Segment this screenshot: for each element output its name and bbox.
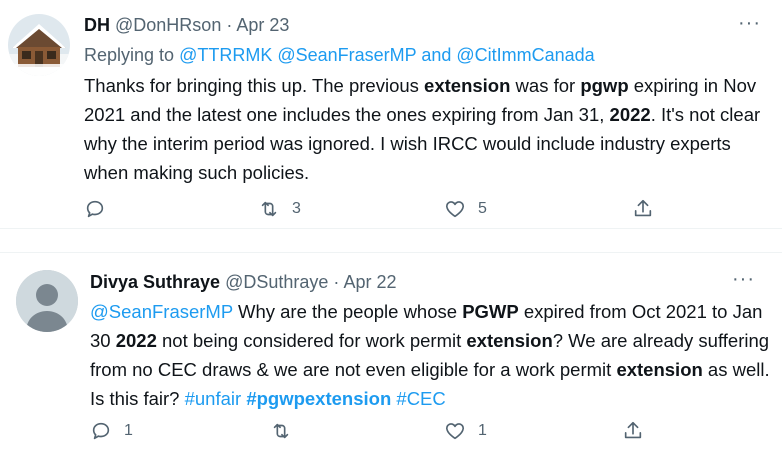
retweet-button[interactable] bbox=[270, 420, 304, 442]
tweet-text-segment: extension bbox=[466, 330, 553, 351]
author-handle[interactable]: @DonHRson bbox=[115, 15, 221, 35]
like-button[interactable]: 1 bbox=[444, 420, 487, 442]
tweet-text-segment: 2022 bbox=[609, 104, 651, 125]
more-icon[interactable]: ··· bbox=[732, 268, 755, 291]
tweet-text-segment: Why are the people whose bbox=[232, 301, 463, 322]
like-button[interactable]: 5 bbox=[444, 198, 487, 220]
tweet-text-segment: PGWP bbox=[462, 301, 519, 322]
tweet-header: Divya Suthraye @DSuthraye · Apr 22 bbox=[90, 272, 396, 293]
header-separator: · bbox=[226, 15, 233, 35]
author-handle[interactable]: @DSuthraye bbox=[225, 272, 328, 292]
tweet-date[interactable]: Apr 22 bbox=[343, 272, 396, 292]
tweet-text-segment: extension bbox=[424, 75, 511, 96]
like-count: 1 bbox=[478, 422, 487, 439]
tweet-text-segment: not being considered for work permit bbox=[156, 330, 467, 351]
reply-count: 1 bbox=[124, 422, 133, 439]
author-name[interactable]: DH bbox=[84, 15, 110, 35]
divider bbox=[0, 229, 782, 251]
like-icon bbox=[445, 423, 465, 440]
reply-button[interactable]: 1 bbox=[90, 420, 133, 442]
cabin-avatar-image bbox=[8, 14, 70, 76]
avatar[interactable] bbox=[8, 14, 70, 76]
tweet-link[interactable]: #unfair bbox=[185, 388, 242, 409]
tweet-date[interactable]: Apr 23 bbox=[236, 15, 289, 35]
retweet-icon bbox=[261, 201, 277, 217]
author-name[interactable]: Divya Suthraye bbox=[90, 272, 220, 292]
tweet-text: Thanks for bringing this up. The previou… bbox=[84, 71, 774, 187]
tweet-link[interactable]: @SeanFraserMP bbox=[90, 301, 233, 322]
tweet-text-segment: pgwp bbox=[580, 75, 629, 96]
replying-to-label: Replying to bbox=[84, 45, 175, 65]
retweet-button[interactable]: 3 bbox=[258, 198, 301, 220]
reply-icon bbox=[86, 200, 104, 218]
reply-icon bbox=[92, 422, 110, 440]
replying-to-mentions[interactable]: @TTRRMK @SeanFraserMP and @CitImmCanada bbox=[179, 45, 595, 65]
share-button[interactable] bbox=[622, 420, 644, 442]
like-count: 5 bbox=[478, 200, 487, 217]
avatar[interactable] bbox=[16, 270, 78, 332]
tweet-text-segment: was for bbox=[510, 75, 581, 96]
retweet-icon bbox=[273, 423, 289, 439]
tweet-text: @SeanFraserMP Why are the people whose P… bbox=[90, 297, 770, 413]
replying-to-line: Replying to @TTRRMK @SeanFraserMP and @C… bbox=[84, 45, 595, 66]
share-icon bbox=[624, 421, 642, 439]
tweet-header: DH @DonHRson · Apr 23 bbox=[84, 15, 289, 36]
more-icon[interactable]: ··· bbox=[738, 12, 761, 35]
like-icon bbox=[445, 201, 465, 218]
reply-button[interactable] bbox=[84, 198, 118, 220]
tweet-text-segment: extension bbox=[616, 359, 703, 380]
tweet-text-segment: Thanks for bringing this up. The previou… bbox=[84, 75, 425, 96]
default-avatar-image bbox=[16, 270, 78, 332]
tweet-text-segment: 2022 bbox=[115, 330, 157, 351]
header-separator: · bbox=[333, 272, 340, 292]
share-icon bbox=[634, 199, 652, 217]
tweet-link[interactable]: #pgwpextension bbox=[246, 388, 391, 409]
share-button[interactable] bbox=[632, 198, 654, 220]
retweet-count: 3 bbox=[292, 200, 301, 217]
tweet-link[interactable]: #CEC bbox=[396, 388, 445, 409]
